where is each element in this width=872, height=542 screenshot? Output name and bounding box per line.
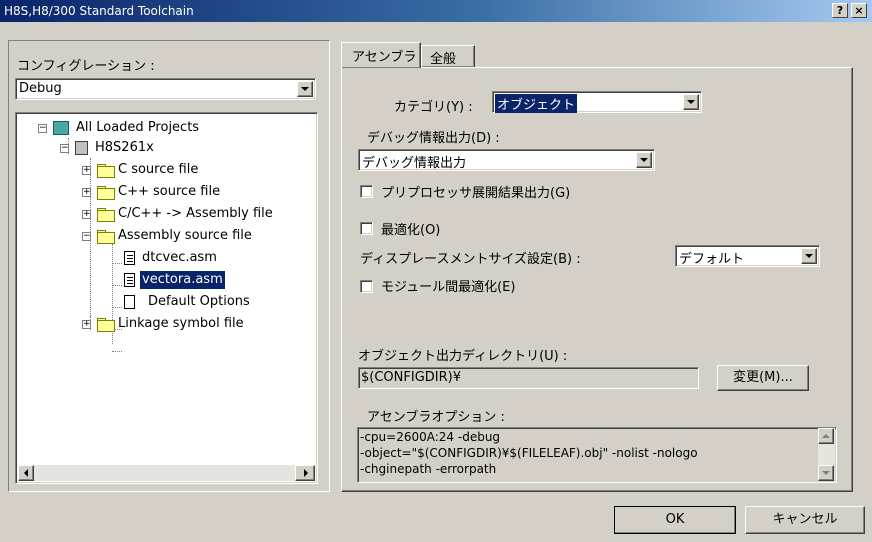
blank-document-icon bbox=[124, 295, 135, 309]
expand-icon[interactable]: + bbox=[82, 188, 91, 197]
displacement-value: デフォルト bbox=[679, 252, 745, 267]
help-button[interactable]: ? bbox=[832, 3, 848, 18]
config-value: Debug bbox=[19, 81, 62, 96]
expand-icon[interactable]: + bbox=[82, 166, 91, 175]
debug-label: デバッグ情報出力(D) : bbox=[367, 131, 500, 146]
category-dropdown[interactable]: オブジェクト bbox=[492, 91, 702, 113]
config-dropdown[interactable]: Debug bbox=[15, 78, 316, 100]
scroll-down-button[interactable] bbox=[818, 465, 834, 481]
horizontal-scrollbar[interactable] bbox=[18, 465, 315, 481]
tree-label-selected: vectora.asm bbox=[140, 271, 225, 289]
collapse-icon[interactable]: − bbox=[82, 232, 91, 241]
preprocessor-checkbox[interactable] bbox=[360, 185, 373, 198]
preprocessor-label: プリプロセッサ展開結果出力(G) bbox=[381, 186, 571, 201]
title-bar: H8S,H8/300 Standard Toolchain ? × bbox=[0, 0, 872, 22]
options-line: -cpu=2600A:24 -debug bbox=[360, 430, 501, 444]
optimize-label: 最適化(O) bbox=[381, 223, 441, 238]
window-title: H8S,H8/300 Standard Toolchain bbox=[4, 4, 194, 18]
tab-label: 全般 bbox=[430, 52, 457, 67]
assembler-options: カテゴリ(Y) : オブジェクト デバッグ情報出力(D) : デバッグ情報出力 … bbox=[341, 67, 853, 492]
tab-assembler[interactable]: アセンブラ bbox=[341, 42, 421, 68]
scroll-up-button[interactable] bbox=[818, 428, 834, 444]
document-icon bbox=[124, 251, 135, 265]
tab-label: アセンブラ bbox=[352, 50, 417, 65]
displacement-label: ディスプレースメントサイズ設定(B) : bbox=[360, 252, 581, 267]
tree-label: Assembly source file bbox=[118, 228, 252, 243]
debug-value: デバッグ情報出力 bbox=[362, 156, 467, 171]
folder-open-icon bbox=[97, 230, 115, 244]
category-label: カテゴリ(Y) : bbox=[394, 100, 473, 115]
project-icon bbox=[75, 141, 88, 155]
tree-label: dtcvec.asm bbox=[142, 250, 217, 265]
category-value: オブジェクト bbox=[495, 94, 578, 113]
tree-label: C/C++ -> Assembly file bbox=[118, 206, 273, 221]
change-button[interactable]: 変更(M)... bbox=[717, 365, 809, 391]
chevron-down-icon[interactable] bbox=[636, 152, 652, 168]
folder-icon bbox=[97, 186, 115, 200]
chevron-down-icon[interactable] bbox=[683, 94, 699, 110]
folder-icon bbox=[97, 164, 115, 178]
options-label: アセンブラオプション : bbox=[367, 410, 505, 425]
tab-general[interactable]: 全般 bbox=[421, 45, 475, 67]
config-label: コンフィグレーション : bbox=[17, 59, 155, 74]
outdir-field[interactable]: $(CONFIGDIR)¥ bbox=[358, 367, 699, 389]
project-group-icon bbox=[53, 121, 69, 135]
tree-label: C++ source file bbox=[118, 184, 221, 199]
document-icon bbox=[124, 273, 135, 287]
expand-icon[interactable]: + bbox=[82, 210, 91, 219]
vertical-scrollbar[interactable] bbox=[818, 428, 835, 481]
collapse-icon[interactable]: − bbox=[38, 124, 47, 133]
intermodule-label: モジュール間最適化(E) bbox=[381, 280, 516, 295]
cancel-button[interactable]: キャンセル bbox=[745, 506, 865, 534]
scroll-left-button[interactable] bbox=[18, 465, 34, 481]
tree-label: Default Options bbox=[148, 294, 250, 309]
assembler-options-textarea[interactable]: -cpu=2600A:24 -debug -object="$(CONFIGDI… bbox=[357, 427, 837, 483]
optimize-checkbox[interactable] bbox=[360, 222, 373, 235]
folder-icon bbox=[97, 208, 115, 222]
chevron-down-icon[interactable] bbox=[297, 81, 313, 97]
close-button[interactable]: × bbox=[851, 3, 867, 18]
displacement-dropdown[interactable]: デフォルト bbox=[675, 245, 820, 267]
scroll-right-button[interactable] bbox=[295, 465, 315, 481]
intermodule-checkbox[interactable] bbox=[360, 280, 373, 293]
expand-icon[interactable]: + bbox=[82, 320, 91, 329]
options-line: -chginepath -errorpath bbox=[360, 462, 497, 476]
options-line: -object="$(CONFIGDIR)¥$(FILELEAF).obj" -… bbox=[360, 446, 698, 460]
tree-label: C source file bbox=[118, 162, 199, 177]
outdir-value: $(CONFIGDIR)¥ bbox=[361, 370, 461, 385]
chevron-down-icon[interactable] bbox=[801, 248, 817, 264]
tree-label: All Loaded Projects bbox=[76, 120, 200, 135]
tree-label: Linkage symbol file bbox=[118, 316, 244, 331]
debug-dropdown[interactable]: デバッグ情報出力 bbox=[358, 149, 655, 171]
ok-button[interactable]: OK bbox=[614, 506, 736, 534]
folder-icon bbox=[97, 318, 115, 332]
collapse-icon[interactable]: − bbox=[60, 144, 69, 153]
project-tree[interactable]: − All Loaded Projects − H8S261x + C sour… bbox=[15, 112, 318, 484]
tree-label: H8S261x bbox=[95, 140, 154, 155]
outdir-label: オブジェクト出力ディレクトリ(U) : bbox=[358, 349, 568, 364]
